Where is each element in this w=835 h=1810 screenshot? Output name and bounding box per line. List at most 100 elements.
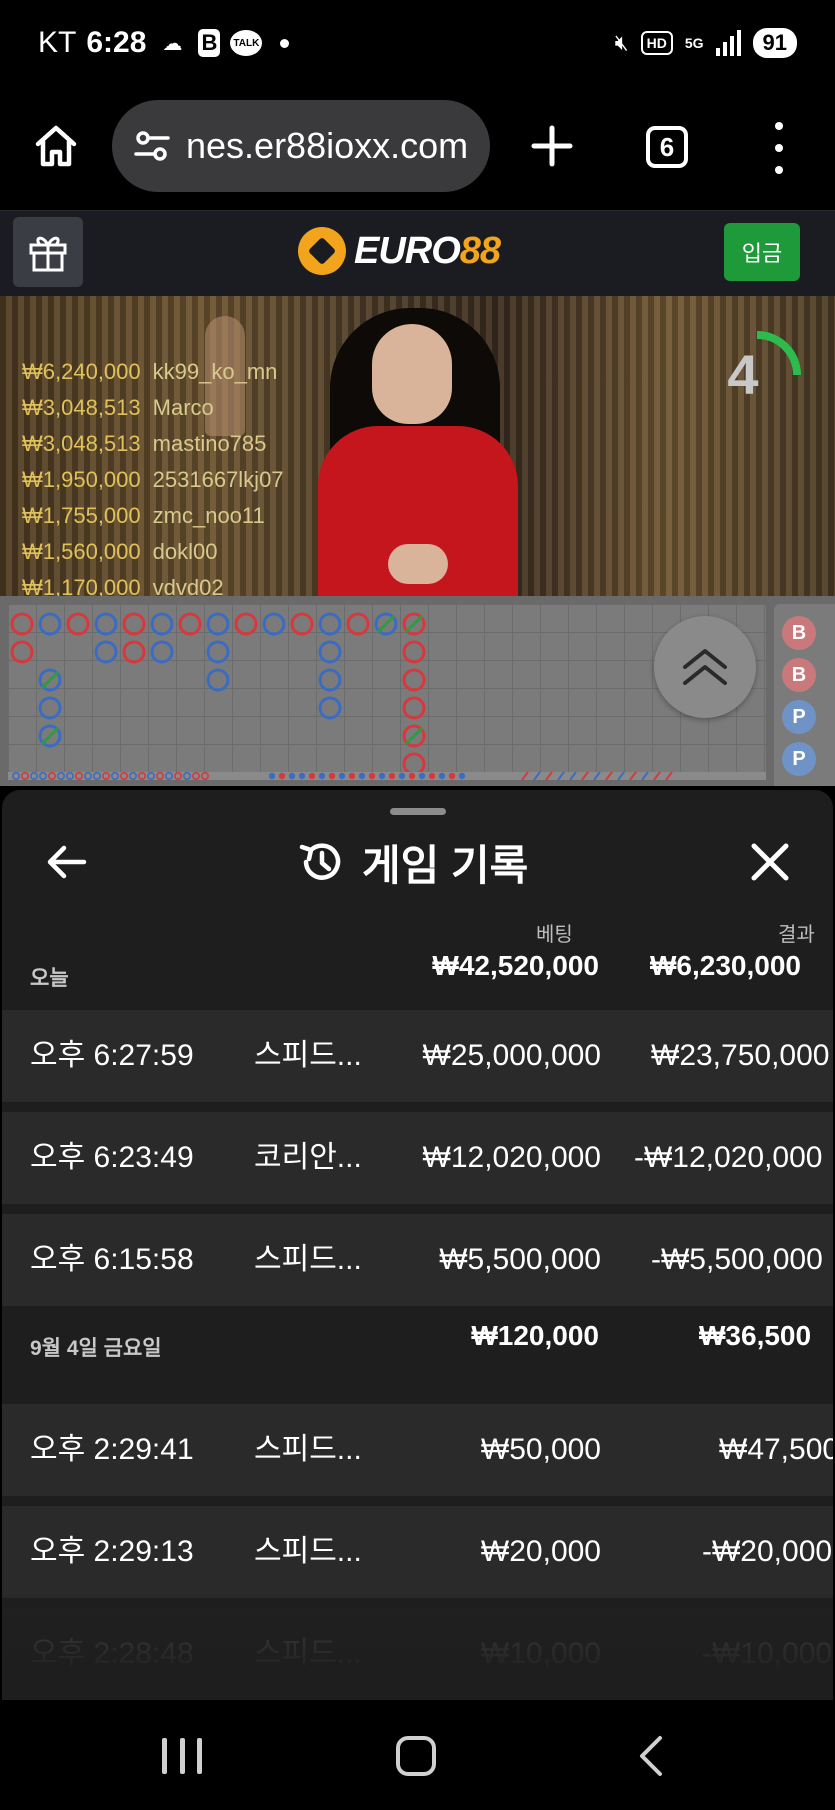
winner-name: mastino785: [152, 431, 267, 456]
row-game: 스피드...: [254, 1243, 362, 1276]
drag-handle[interactable]: [390, 808, 446, 815]
new-tab-icon[interactable]: [528, 122, 576, 170]
status-bar: KT 6:28 ☁ B TALK 🔇︎ HD 5G 91: [0, 0, 835, 86]
winner-amount: ₩1,755,000: [22, 503, 141, 528]
battery-indicator: 91: [752, 28, 797, 58]
history-row[interactable]: 오후 2:29:41 스피드... ₩50,000 ₩47,500: [2, 1404, 833, 1496]
winner-amount: ₩1,950,000: [22, 467, 141, 492]
more-menu-icon[interactable]: [766, 122, 792, 174]
back-nav-icon[interactable]: [636, 1734, 666, 1778]
row-game: 스피드...: [254, 1039, 362, 1072]
row-result: ₩47,500: [719, 1433, 833, 1466]
logo-text: EURO: [354, 229, 461, 272]
winner-entry: ₩1,170,000 vdvd02: [22, 570, 284, 596]
countdown-timer: 4: [727, 343, 759, 406]
game-history-panel: 게임 기록 베팅 결과 오늘 ₩42,520,000 ₩6,230,000 오후 6:…: [2, 790, 833, 1700]
baccarat-roadmap[interactable]: B B P P: [0, 596, 835, 786]
winner-entry: ₩6,240,000 kk99_ko_mn: [22, 354, 284, 390]
gift-button[interactable]: [13, 217, 83, 287]
deposit-button[interactable]: 입금: [724, 223, 800, 281]
home-nav-icon[interactable]: [396, 1736, 436, 1776]
row-bet: ₩12,020,000: [422, 1141, 601, 1174]
row-game: 코리안...: [254, 1141, 362, 1174]
winner-entry: ₩1,560,000 dokl00: [22, 534, 284, 570]
network-5g-icon: 5G: [684, 35, 704, 51]
winners-list: ₩6,240,000 kk99_ko_mn ₩3,048,513 Marco ₩3,04…: [22, 354, 284, 596]
winner-name: Marco: [152, 395, 214, 420]
euro88-logo[interactable]: EURO88: [298, 225, 501, 277]
group-result-total: ₩36,500: [699, 1320, 812, 1351]
group-date-label: 오늘: [30, 967, 69, 990]
bead-banker: B: [782, 658, 816, 692]
band-app-icon: B: [198, 29, 221, 57]
recents-icon[interactable]: [162, 1738, 202, 1774]
url-text[interactable]: nes.er88ioxx.com: [186, 125, 468, 167]
winner-entry: ₩1,755,000 zmc_noo11: [22, 498, 284, 534]
row-game: 스피드...: [254, 1433, 362, 1466]
live-dealer-video[interactable]: ₩6,240,000 kk99_ko_mn ₩3,048,513 Marco ₩3,04…: [0, 296, 835, 596]
history-row[interactable]: 오후 6:27:59 스피드... ₩25,000,000 ₩23,750,000: [2, 1010, 833, 1102]
winner-name: vdvd02: [152, 575, 224, 596]
row-bet: ₩20,000: [480, 1535, 601, 1568]
winner-name: dokl00: [152, 539, 218, 564]
site-header: EURO88 입금: [0, 210, 835, 296]
row-bet: ₩50,000: [480, 1433, 601, 1466]
winner-amount: ₩1,560,000: [22, 539, 141, 564]
row-game: 스피드...: [254, 1535, 362, 1568]
weather-icon: ☁: [162, 32, 183, 55]
row-result: -₩20,000: [702, 1535, 833, 1568]
history-title: 게임 기록: [362, 841, 529, 889]
hd-voice-icon: HD: [640, 31, 673, 55]
group-bet-total: ₩120,000: [471, 1320, 599, 1351]
row-time: 오후 6:15:58: [30, 1243, 194, 1276]
home-icon[interactable]: [32, 122, 80, 170]
collapse-roadmap-button[interactable]: [654, 616, 756, 718]
row-bet: ₩5,500,000: [439, 1243, 601, 1276]
winner-amount: ₩1,170,000: [22, 575, 141, 596]
winner-amount: ₩3,048,513: [22, 431, 141, 456]
history-row[interactable]: 오후 6:23:49 코리안... ₩12,020,000 -₩12,020,000: [2, 1112, 833, 1204]
soccer-ball-icon: [298, 227, 346, 275]
column-header-bet: 베팅: [536, 924, 573, 946]
group-bet-total: ₩42,520,000: [432, 950, 599, 981]
winner-name: zmc_noo11: [152, 503, 265, 528]
chevron-double-up-icon: [683, 649, 727, 685]
bead-player: P: [782, 700, 816, 734]
gift-icon: [29, 236, 67, 272]
winner-amount: ₩3,048,513: [22, 395, 141, 420]
clock: 6:28: [86, 26, 147, 59]
bead-player: P: [782, 742, 816, 776]
row-bet: ₩25,000,000: [422, 1039, 601, 1072]
site-settings-icon[interactable]: [132, 126, 172, 166]
notification-dot-icon: [280, 38, 290, 48]
address-bar[interactable]: nes.er88ioxx.com: [112, 100, 490, 192]
dealer-face: [372, 324, 452, 424]
row-result: -₩12,020,000: [634, 1141, 823, 1174]
dealer-hands: [388, 544, 448, 584]
signal-icon: [715, 30, 741, 56]
tab-switcher-button[interactable]: 6: [646, 126, 688, 168]
close-icon[interactable]: [748, 840, 792, 884]
winner-name: 2531667lkj07: [152, 467, 284, 492]
winner-entry: ₩3,048,513 mastino785: [22, 426, 284, 462]
history-row[interactable]: 오후 6:15:58 스피드... ₩5,500,000 -₩5,500,000: [2, 1214, 833, 1306]
row-time: 오후 2:29:13: [30, 1535, 194, 1568]
winner-name: kk99_ko_mn: [152, 359, 278, 384]
row-time: 오후 6:27:59: [30, 1039, 194, 1072]
kakaotalk-icon: TALK: [230, 30, 263, 56]
winner-entry: ₩3,048,513 Marco: [22, 390, 284, 426]
logo-number: 88: [459, 229, 501, 272]
history-icon: [299, 843, 341, 880]
column-header-result: 결과: [778, 924, 815, 946]
road-marks: [8, 612, 766, 780]
history-row[interactable]: 오후 2:29:13 스피드... ₩20,000 -₩20,000: [2, 1506, 833, 1598]
bead-road: B B P P: [774, 604, 835, 786]
group-result-total: ₩6,230,000: [650, 950, 801, 981]
system-nav-bar: [0, 1700, 835, 1810]
back-arrow-icon[interactable]: [44, 840, 88, 884]
mute-icon: 🔇︎: [614, 30, 629, 55]
winner-entry: ₩1,950,000 2531667lkj07: [22, 462, 284, 498]
row-result: -₩5,500,000: [651, 1243, 823, 1276]
list-fade: [2, 1590, 833, 1700]
bead-banker: B: [782, 616, 816, 650]
